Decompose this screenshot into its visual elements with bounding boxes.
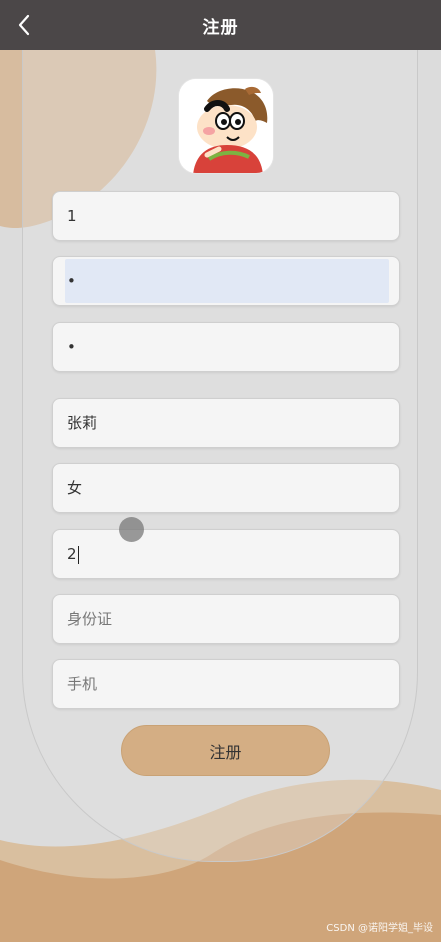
name-field[interactable]: 张莉 (52, 398, 400, 448)
confirm-password-value: • (67, 338, 76, 356)
id-card-placeholder: 身份证 (67, 610, 113, 628)
id-card-field[interactable]: 身份证 (52, 594, 400, 644)
age-value: 2 (67, 545, 77, 563)
gender-field[interactable]: 女 (52, 463, 400, 513)
page-title: 注册 (202, 17, 239, 38)
age-value-wrap: 2 (67, 530, 79, 578)
username-field[interactable]: 1 (52, 191, 400, 241)
chevron-left-icon (18, 14, 30, 36)
confirm-password-field[interactable]: • (52, 322, 400, 372)
autofill-highlight (65, 259, 389, 303)
password-value: • (67, 272, 76, 290)
password-field[interactable]: • (52, 256, 400, 306)
register-button[interactable]: 注册 (121, 725, 330, 776)
avatar[interactable] (178, 78, 274, 174)
text-caret (77, 545, 79, 564)
phone-field[interactable]: 手机 (52, 659, 400, 709)
watermark: CSDN @诺阳学姐_毕设 (326, 923, 433, 934)
age-field[interactable]: 2 (52, 529, 400, 579)
name-value: 张莉 (67, 414, 98, 432)
cartoon-avatar-icon (179, 79, 273, 173)
username-value: 1 (67, 207, 77, 225)
app-header: 注册 (0, 0, 441, 50)
gender-value: 女 (67, 479, 83, 497)
phone-placeholder: 手机 (67, 675, 98, 693)
back-button[interactable] (8, 9, 40, 41)
touch-indicator (119, 517, 144, 542)
